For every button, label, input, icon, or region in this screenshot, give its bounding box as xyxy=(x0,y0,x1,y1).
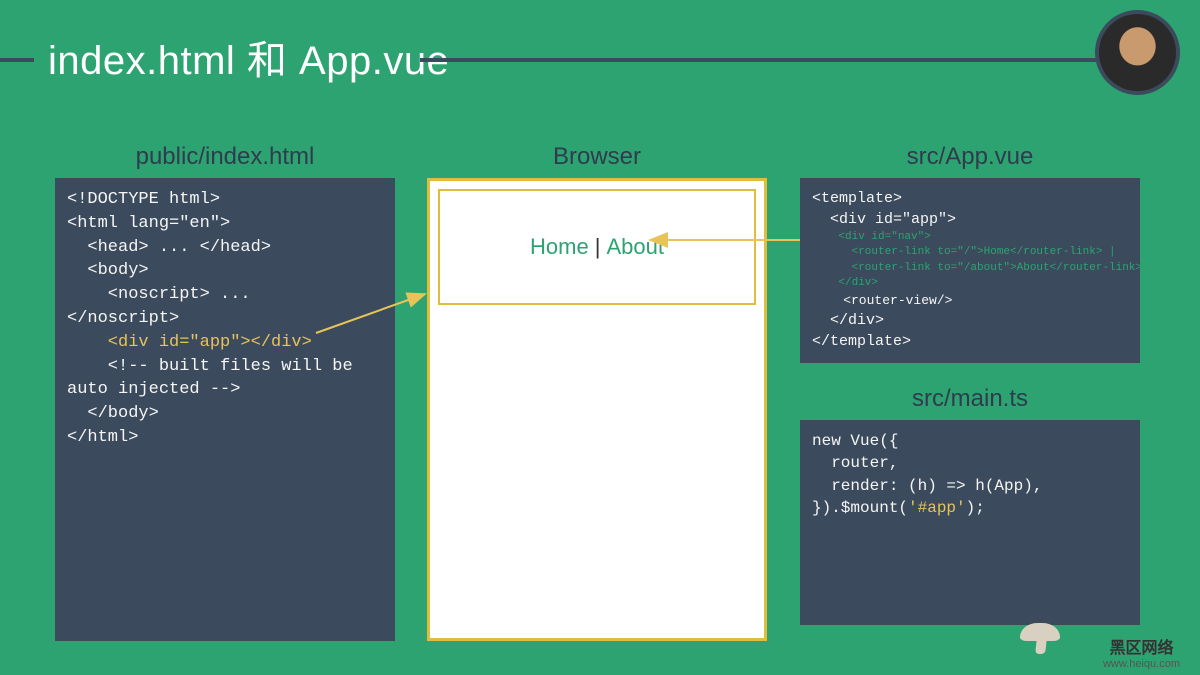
watermark: 黑区网络 www.heiqu.com xyxy=(1103,634,1180,670)
code-line: <div id="app"></div> xyxy=(67,331,383,355)
avatar-face xyxy=(1099,14,1176,91)
code-line: <template> xyxy=(812,188,1128,209)
browser-link-about: About xyxy=(606,234,664,260)
code-line: <body> xyxy=(67,259,383,283)
browser-link-home: Home xyxy=(530,234,589,260)
browser-separator: | xyxy=(595,234,601,260)
panel-title-main-ts: src/main.ts xyxy=(800,385,1140,413)
code-panel-main-ts: new Vue({ router, render: (h) => h(App),… xyxy=(800,420,1140,625)
code-line: router, xyxy=(812,452,1128,474)
code-line: <head> ... </head> xyxy=(67,236,383,260)
title-line-right xyxy=(420,58,1140,62)
code-line: </body> xyxy=(67,402,383,426)
browser-panel: Home | About xyxy=(427,178,767,641)
code-line: <html lang="en"> xyxy=(67,212,383,236)
code-line: </template> xyxy=(812,331,1128,352)
page-title: index.html 和 App.vue xyxy=(48,28,449,86)
mushroom-icon xyxy=(1020,613,1060,653)
code-line: </noscript> xyxy=(67,307,383,331)
panel-title-index-html: public/index.html xyxy=(55,143,395,171)
code-line: <router-link to="/about">About</router-l… xyxy=(812,261,1128,276)
code-line: <div id="nav"> xyxy=(812,230,1128,245)
title-line-left xyxy=(0,58,34,62)
code-line: </html> xyxy=(67,426,383,450)
avatar xyxy=(1095,10,1180,95)
panel-title-app-vue: src/App.vue xyxy=(800,143,1140,171)
browser-nav: Home | About xyxy=(438,189,756,305)
code-line: <router-link to="/">Home</router-link> | xyxy=(812,245,1128,260)
watermark-text-2: www.heiqu.com xyxy=(1103,658,1180,670)
code-line: <noscript> ... xyxy=(67,283,383,307)
code-line: </div> xyxy=(812,310,1128,331)
code-line: <router-view/> xyxy=(812,292,1128,310)
watermark-text-1: 黑区网络 xyxy=(1103,634,1180,658)
code-line: <!-- built files will be xyxy=(67,355,383,379)
code-line: }).$mount('#app'); xyxy=(812,497,1128,519)
code-line: </div> xyxy=(812,276,1128,291)
code-line: new Vue({ xyxy=(812,430,1128,452)
code-line: render: (h) => h(App), xyxy=(812,475,1128,497)
code-panel-app-vue: <template> <div id="app"> <div id="nav">… xyxy=(800,178,1140,363)
code-line: auto injected --> xyxy=(67,378,383,402)
code-line: <div id="app"> xyxy=(812,209,1128,230)
panel-title-browser: Browser xyxy=(427,143,767,171)
code-line: <!DOCTYPE html> xyxy=(67,188,383,212)
code-panel-index-html: <!DOCTYPE html><html lang="en"> <head> .… xyxy=(55,178,395,641)
